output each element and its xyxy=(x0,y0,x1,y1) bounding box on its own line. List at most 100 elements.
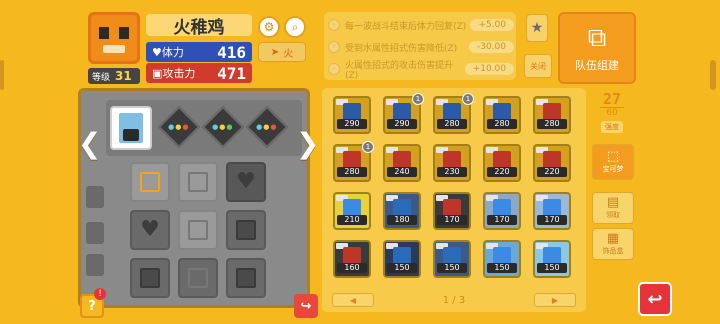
alert-badge: ! xyxy=(94,288,106,300)
stone-tile[interactable]: 280 1 xyxy=(433,93,474,134)
board-cell[interactable] xyxy=(226,210,266,250)
stone-tile[interactable]: 220 xyxy=(533,144,571,182)
board-connector xyxy=(86,222,104,244)
stone-value: 280 xyxy=(437,119,467,129)
heart-icon: ♥ xyxy=(236,169,256,194)
star-icon[interactable]: ★ xyxy=(526,14,548,42)
effect-row: ◦ 火属性招式的攻击伤害提升(Z) +10.00 xyxy=(326,60,514,81)
stone-tile[interactable]: 230 xyxy=(433,144,471,182)
stone-value: 290 xyxy=(337,119,367,129)
stone-tile[interactable]: 170 xyxy=(433,192,471,230)
stone-value: 160 xyxy=(337,263,367,273)
pokemon-button-label: 宝可梦 xyxy=(602,165,624,173)
search-icon[interactable]: ⌕ xyxy=(284,16,306,38)
board-connector xyxy=(86,186,104,208)
attack-label: 攻击力 xyxy=(162,67,196,80)
effect-text: 受到水属性招式伤害降低(Z) xyxy=(345,43,458,54)
capacity-label: 强度 xyxy=(601,121,623,133)
stone-value: 150 xyxy=(487,263,517,273)
type-label: 火 xyxy=(283,48,294,60)
accessory-box-button[interactable]: ▦ 饰品盒 xyxy=(592,228,634,260)
pokemon-name: 火稚鸡 xyxy=(146,14,252,38)
stone-tile[interactable]: 280 xyxy=(533,96,571,134)
held-item-slot[interactable] xyxy=(110,106,152,150)
stone-tile[interactable]: 170 xyxy=(533,192,571,230)
stone-count-badge: 1 xyxy=(412,93,424,105)
diamond-dots-icon: ●●● xyxy=(168,122,190,131)
stone-value: 210 xyxy=(337,215,367,225)
board-cell[interactable]: ♥ xyxy=(226,162,266,202)
share-icon[interactable]: ↪ xyxy=(294,294,318,318)
left-edge-handle xyxy=(0,60,4,90)
stone-tile[interactable]: 240 xyxy=(383,144,421,182)
empty-slot-icon xyxy=(188,172,208,192)
effect-icon: ◦ xyxy=(328,19,340,31)
gear-icon[interactable]: ⚙ xyxy=(258,16,280,38)
board-cell[interactable]: ♥ xyxy=(130,210,170,250)
box-icon: ▦ xyxy=(606,231,620,246)
page-indicator: 1 / 3 xyxy=(442,294,466,306)
prev-board-arrow[interactable]: ❮ xyxy=(78,130,101,158)
next-page-button[interactable]: ▶ xyxy=(533,293,576,307)
stone-tile[interactable]: 150 xyxy=(383,240,421,278)
portrait-eye-left xyxy=(99,27,109,39)
attack-slot-icon xyxy=(236,268,256,288)
effect-row: ◦ 受到水属性招式伤害降低(Z) -30.00 xyxy=(326,38,514,56)
stone-tile[interactable]: 150 xyxy=(483,240,521,278)
effect-amount: -30.00 xyxy=(468,41,514,53)
type-tag[interactable]: ➤ 火 xyxy=(258,42,306,62)
stone-tile[interactable]: 170 xyxy=(483,192,521,230)
board-cell[interactable] xyxy=(226,258,266,298)
stone-value: 240 xyxy=(387,167,417,177)
claim-button[interactable]: ▤ 领取 xyxy=(592,192,634,224)
capacity-current: 27 xyxy=(602,90,622,108)
pokemon-button[interactable]: ⬚ 宝可梦 xyxy=(592,144,634,180)
level-tag: 等级 31 xyxy=(88,68,140,84)
stone-value: 170 xyxy=(437,215,467,225)
pokemon-icon: ⬚ xyxy=(606,149,620,164)
stone-tile[interactable]: 280 1 xyxy=(333,141,374,182)
stone-tile[interactable]: 150 xyxy=(533,240,571,278)
level-value: 31 xyxy=(115,69,132,83)
stone-tile[interactable]: 180 xyxy=(383,192,421,230)
stone-value: 290 xyxy=(387,119,417,129)
effect-row: ◦ 每一波战斗结束后体力回复(Z) +5.00 xyxy=(326,16,514,34)
stone-value: 230 xyxy=(437,167,467,177)
claim-icon: ▤ xyxy=(606,195,620,210)
hp-bar: ♥ 体力 416 xyxy=(146,42,252,62)
stone-tile[interactable]: 160 xyxy=(333,240,371,278)
level-label: 等级 xyxy=(92,72,111,83)
pokemon-portrait xyxy=(88,12,140,64)
attack-slot-icon xyxy=(140,268,160,288)
pager: ◀ 1 / 3 ▶ xyxy=(332,292,576,308)
effect-icon: ◦ xyxy=(328,41,340,53)
stone-tile[interactable]: 290 xyxy=(333,96,371,134)
team-build-button[interactable]: ⧉ 队伍组建 xyxy=(558,12,636,84)
stone-tile[interactable]: 150 xyxy=(433,240,471,278)
stone-tile[interactable]: 220 xyxy=(483,144,521,182)
portrait-mouth xyxy=(103,45,125,53)
board-cell[interactable] xyxy=(130,258,170,298)
board-connector xyxy=(86,254,104,276)
capacity-max: 60 xyxy=(600,107,624,118)
held-item-icon xyxy=(119,113,143,143)
effect-icon: ◦ xyxy=(328,63,340,75)
stone-tile[interactable]: 290 1 xyxy=(383,93,424,134)
next-board-arrow[interactable]: ❯ xyxy=(296,130,319,158)
team-label: 队伍组建 xyxy=(575,59,619,72)
selected-slot-icon xyxy=(140,172,160,192)
prev-page-button[interactable]: ◀ xyxy=(332,293,374,307)
stone-tile[interactable]: 280 xyxy=(483,96,521,134)
board-cell[interactable] xyxy=(178,162,218,202)
stone-tile[interactable]: 210 xyxy=(333,192,371,230)
board-cell[interactable] xyxy=(130,162,170,202)
team-icon: ⧉ xyxy=(587,23,607,53)
attack-icon: ▣ xyxy=(152,66,163,80)
toggle-button[interactable]: 关闭 xyxy=(524,54,552,78)
back-arrow-icon[interactable]: ↩ xyxy=(638,282,672,316)
board-cell[interactable] xyxy=(178,258,218,298)
board-cell[interactable] xyxy=(178,210,218,250)
portrait-eye-right xyxy=(119,27,129,39)
claim-button-label: 领取 xyxy=(606,211,620,219)
stone-value: 280 xyxy=(487,119,517,129)
